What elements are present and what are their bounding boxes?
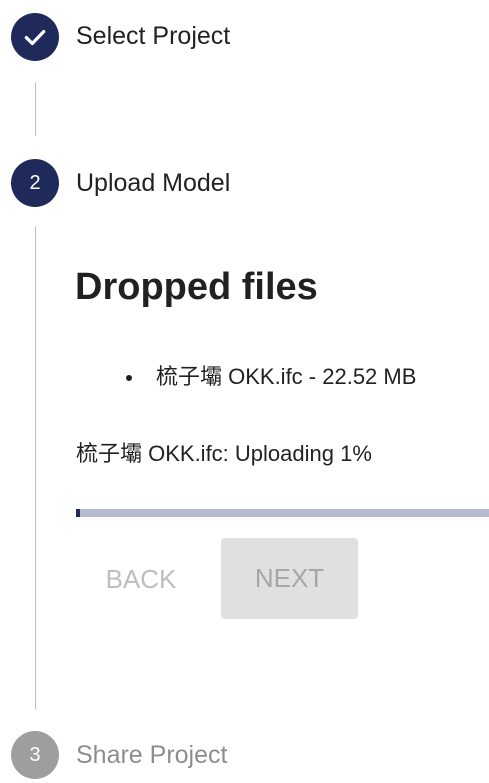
step-2-label[interactable]: Upload Model <box>76 171 230 196</box>
dropped-file-list: 梳子壩 OKK.ifc - 22.52 MB <box>126 366 416 388</box>
step-1-label[interactable]: Select Project <box>76 24 230 49</box>
stepper: Select Project 2 Upload Model Dropped fi… <box>0 0 489 783</box>
dropped-files-title: Dropped files <box>75 266 318 308</box>
step-1-completed-icon <box>11 13 59 61</box>
dropped-file-item: 梳子壩 OKK.ifc - 22.52 MB <box>126 366 416 388</box>
dropped-file-name: 梳子壩 OKK.ifc - 22.52 MB <box>156 364 417 389</box>
step-2-content-line <box>35 226 36 709</box>
next-button[interactable]: NEXT <box>221 538 358 619</box>
upload-progress-bar <box>76 509 489 517</box>
back-button[interactable]: BACK <box>88 540 194 618</box>
step-3-number: 3 <box>11 731 59 779</box>
upload-progress-fill <box>76 509 81 517</box>
check-icon <box>24 29 46 46</box>
step-connector-1 <box>35 82 36 136</box>
step-3-label[interactable]: Share Project <box>76 743 227 768</box>
step-2-number: 2 <box>11 159 59 207</box>
bullet-icon <box>126 375 132 381</box>
upload-status: 梳子壩 OKK.ifc: Uploading 1% <box>76 441 372 466</box>
